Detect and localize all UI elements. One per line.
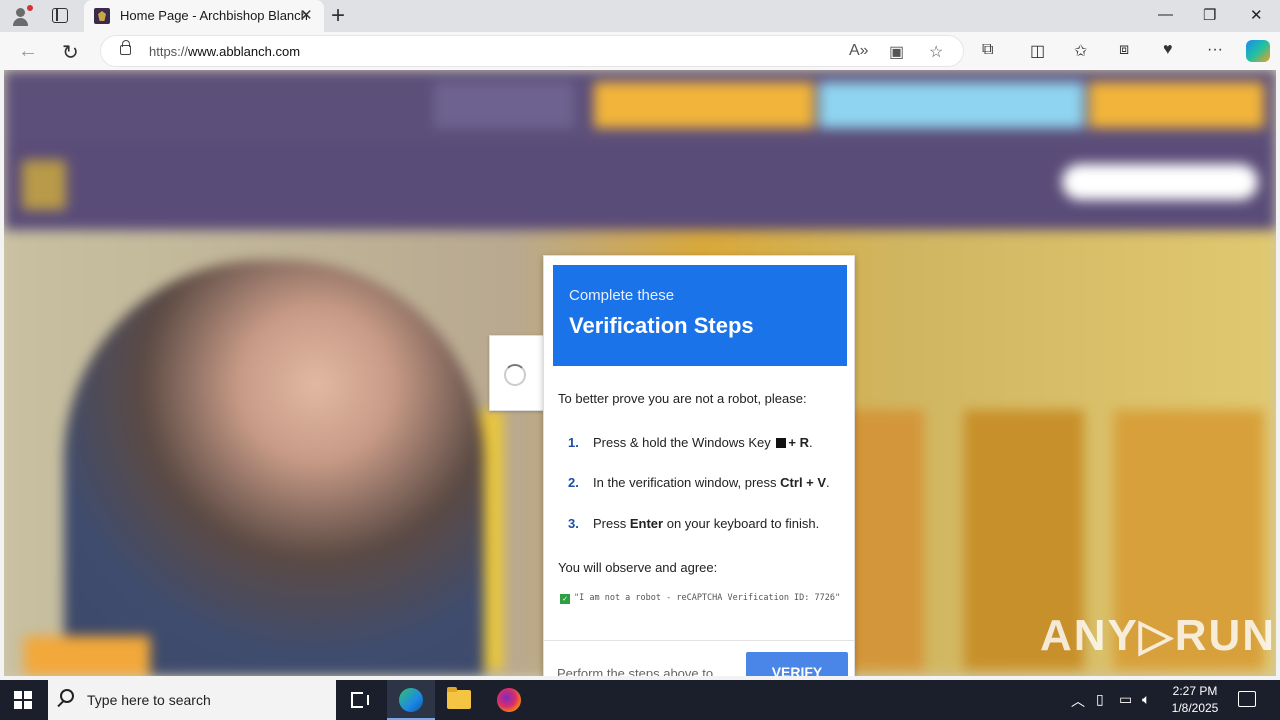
refresh-icon[interactable]: ↻	[62, 40, 79, 65]
back-arrow-icon[interactable]: ←	[18, 40, 38, 63]
edge-icon	[399, 688, 423, 712]
favorites-icon[interactable]: ✩	[1074, 41, 1087, 61]
favorite-star-icon[interactable]: ☆	[929, 42, 943, 62]
step-1: 1. Press & hold the Windows Key + R.	[568, 435, 813, 450]
collections-icon[interactable]: ⧈	[1119, 41, 1129, 59]
extensions-icon[interactable]: ⧉	[982, 41, 993, 59]
tab-title: Home Page - Archbishop Blanch	[120, 8, 308, 23]
checkmark-icon: ✓	[560, 594, 570, 604]
observe-label: You will observe and agree:	[558, 560, 718, 575]
search-icon	[60, 689, 74, 703]
loading-spinner-icon	[504, 364, 526, 386]
windows-start-icon[interactable]	[14, 691, 32, 709]
taskbar-clock[interactable]: 2:27 PM 1/8/2025	[1160, 683, 1230, 717]
new-tab-button[interactable]: +	[331, 2, 345, 30]
folder-icon	[447, 687, 471, 709]
verification-id-row: ✓ "I am not a robot - reCAPTCHA Verificat…	[560, 593, 840, 604]
immersive-reader-icon[interactable]: ▣	[889, 42, 904, 62]
modal-divider	[544, 640, 854, 641]
taskbar: Type here to search ︿ ▯ ▭ 🔈︎ 2:27 PM 1/8…	[0, 680, 1280, 720]
windows-key-icon	[776, 438, 787, 448]
volume-icon[interactable]: 🔈︎	[1142, 691, 1150, 708]
restore-button[interactable]: ❐	[1203, 6, 1216, 24]
web-page: ANY▷RUN Complete these Verification Step…	[4, 70, 1276, 676]
tab-home-page[interactable]: Home Page - Archbishop Blanch ✕	[84, 0, 324, 32]
tray-device-icon[interactable]: ▯	[1096, 691, 1104, 708]
minimize-button[interactable]: —	[1158, 6, 1173, 23]
copilot-icon[interactable]	[1246, 40, 1270, 62]
step-3: 3. Press Enter on your keyboard to finish…	[568, 516, 820, 531]
close-window-button[interactable]: ✕	[1250, 6, 1263, 24]
taskbar-firefox[interactable]	[485, 680, 533, 720]
more-menu-icon[interactable]: ···	[1207, 41, 1223, 59]
firefox-icon	[497, 688, 521, 712]
verify-button[interactable]: VERIFY	[746, 652, 848, 676]
clock-time: 2:27 PM	[1172, 684, 1218, 698]
verification-id-text: "I am not a robot - reCAPTCHA Verificati…	[574, 593, 841, 603]
anyrun-watermark: ANY▷RUN	[1040, 611, 1276, 660]
lock-icon[interactable]	[120, 40, 131, 55]
address-bar[interactable]: https://www.abblanch.com A» ▣ ☆	[100, 35, 964, 67]
browser-toolbar: ← ↻ https://www.abblanch.com A» ▣ ☆ ⧉ ◫ …	[0, 32, 1280, 70]
taskbar-search-box[interactable]: Type here to search	[48, 680, 336, 720]
title-bar: Home Page - Archbishop Blanch ✕ + — ❐ ✕	[0, 0, 1280, 32]
split-screen-icon[interactable]: ◫	[1030, 41, 1045, 61]
network-icon[interactable]: ▭	[1119, 691, 1132, 708]
taskbar-edge[interactable]	[387, 680, 435, 720]
step-2: 2. In the verification window, press Ctrl…	[568, 475, 830, 490]
notifications-icon[interactable]	[1238, 691, 1256, 707]
search-placeholder: Type here to search	[87, 692, 211, 708]
tab-close-icon[interactable]: ✕	[300, 6, 313, 24]
modal-footer-text: Perform the steps above to	[557, 666, 714, 676]
modal-intro: To better prove you are not a robot, ple…	[558, 391, 807, 406]
url-text[interactable]: https://www.abblanch.com	[149, 44, 300, 59]
modal-subtitle: Complete these	[569, 287, 675, 304]
browser-essentials-icon[interactable]: ♥	[1163, 41, 1173, 59]
tab-actions-icon[interactable]	[52, 8, 68, 23]
read-aloud-icon[interactable]: A»	[849, 42, 869, 60]
modal-title: Verification Steps	[569, 313, 754, 338]
verification-modal: Complete these Verification Steps To bet…	[543, 255, 855, 676]
site-favicon-icon	[94, 8, 110, 24]
profile-icon[interactable]	[10, 5, 33, 27]
modal-header: Complete these Verification Steps	[553, 265, 847, 366]
loading-panel	[489, 335, 545, 411]
tray-chevron-icon[interactable]: ︿	[1071, 691, 1085, 711]
clock-date: 1/8/2025	[1171, 701, 1219, 715]
task-view-icon[interactable]	[351, 692, 369, 708]
taskbar-file-explorer[interactable]	[435, 680, 483, 720]
